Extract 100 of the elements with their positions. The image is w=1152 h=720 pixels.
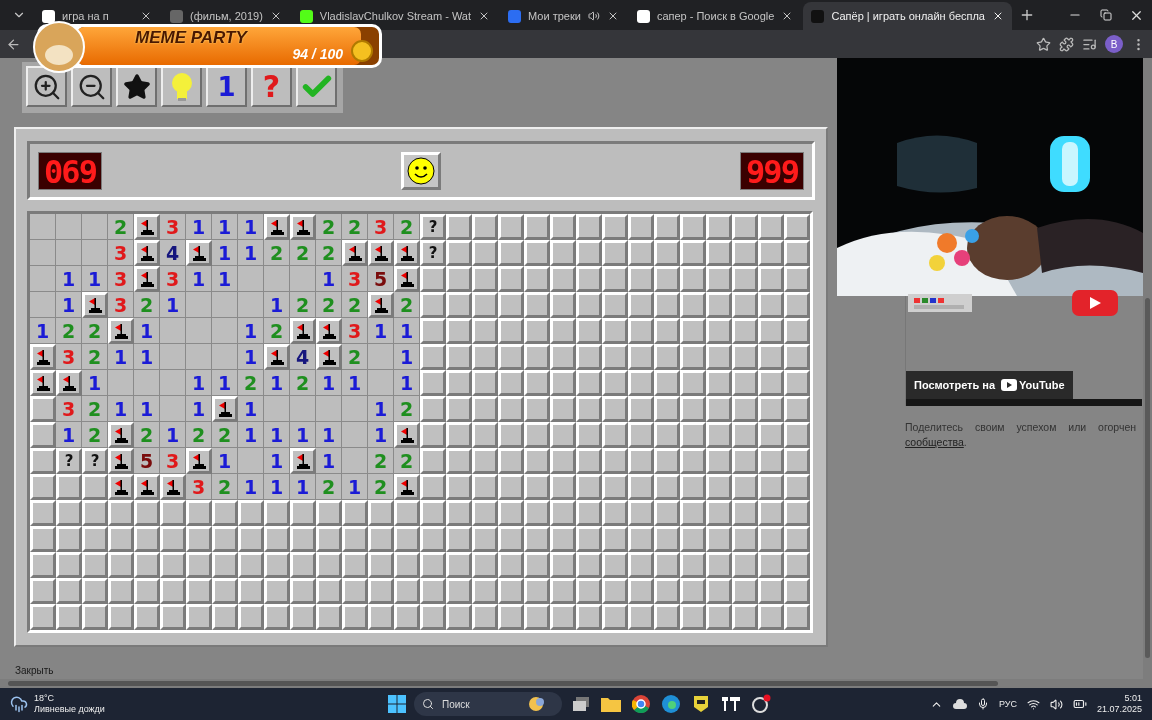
flagged-cell[interactable] <box>264 344 290 370</box>
board-cell[interactable] <box>732 448 758 474</box>
board-cell[interactable] <box>524 292 550 318</box>
board-cell[interactable] <box>758 578 784 604</box>
flagged-cell[interactable] <box>342 240 368 266</box>
board-cell[interactable] <box>30 500 56 526</box>
board-cell[interactable] <box>420 422 446 448</box>
board-cell[interactable] <box>654 370 680 396</box>
board-cell[interactable] <box>576 422 602 448</box>
board-cell[interactable] <box>472 604 498 630</box>
board-cell[interactable] <box>524 578 550 604</box>
board-cell[interactable] <box>576 500 602 526</box>
board-cell[interactable] <box>654 214 680 240</box>
board-cell[interactable] <box>576 552 602 578</box>
board-cell[interactable] <box>30 604 56 630</box>
board-cell[interactable] <box>784 526 810 552</box>
board-cell[interactable] <box>82 552 108 578</box>
board-cell[interactable] <box>680 474 706 500</box>
board-cell[interactable] <box>108 604 134 630</box>
flagged-cell[interactable] <box>186 448 212 474</box>
board-cell[interactable] <box>446 448 472 474</box>
flagged-cell[interactable] <box>186 240 212 266</box>
board-cell[interactable] <box>472 396 498 422</box>
back-button[interactable] <box>6 36 21 52</box>
microphone-icon[interactable] <box>976 698 989 710</box>
board-cell[interactable] <box>680 318 706 344</box>
board-cell[interactable] <box>472 448 498 474</box>
board-cell[interactable] <box>108 500 134 526</box>
board-cell[interactable] <box>134 526 160 552</box>
bookmark-icon[interactable] <box>1036 36 1051 52</box>
board-cell[interactable] <box>680 604 706 630</box>
board-cell[interactable] <box>524 552 550 578</box>
browser-tab[interactable]: Мои треки <box>500 2 627 30</box>
board-cell[interactable] <box>524 344 550 370</box>
battery-icon[interactable] <box>1072 697 1087 711</box>
board-cell[interactable] <box>264 578 290 604</box>
board-cell[interactable] <box>56 604 82 630</box>
clock[interactable]: 5:01 21.07.2025 <box>1096 693 1142 715</box>
board-cell[interactable] <box>290 526 316 552</box>
board-cell[interactable] <box>550 526 576 552</box>
board-cell[interactable] <box>784 474 810 500</box>
board-cell[interactable] <box>524 448 550 474</box>
board-cell[interactable] <box>576 240 602 266</box>
board-cell[interactable] <box>550 396 576 422</box>
board-cell[interactable] <box>160 578 186 604</box>
board-cell[interactable] <box>550 604 576 630</box>
board-cell[interactable] <box>602 214 628 240</box>
board-cell[interactable] <box>758 292 784 318</box>
wifi-icon[interactable] <box>1026 697 1040 711</box>
board-cell[interactable] <box>784 292 810 318</box>
board-cell[interactable] <box>602 292 628 318</box>
board-cell[interactable] <box>628 448 654 474</box>
flagged-cell[interactable] <box>108 318 134 344</box>
flagged-cell[interactable] <box>82 292 108 318</box>
board-cell[interactable] <box>498 552 524 578</box>
board-cell[interactable] <box>758 318 784 344</box>
board-cell[interactable] <box>316 500 342 526</box>
board-cell[interactable] <box>654 396 680 422</box>
board-cell[interactable] <box>680 396 706 422</box>
board-cell[interactable] <box>160 526 186 552</box>
board-cell[interactable] <box>420 318 446 344</box>
board-cell[interactable] <box>238 604 264 630</box>
board-cell[interactable] <box>368 578 394 604</box>
board-cell[interactable] <box>108 578 134 604</box>
board-cell[interactable] <box>732 526 758 552</box>
close-link[interactable]: Закрыть <box>15 665 837 676</box>
board-cell[interactable] <box>654 422 680 448</box>
board-cell[interactable] <box>212 578 238 604</box>
board-cell[interactable] <box>342 552 368 578</box>
board-cell[interactable] <box>290 578 316 604</box>
board-cell[interactable] <box>706 552 732 578</box>
board-cell[interactable] <box>446 422 472 448</box>
board-cell[interactable] <box>602 422 628 448</box>
board-cell[interactable] <box>706 500 732 526</box>
board-cell[interactable] <box>524 266 550 292</box>
board-cell[interactable] <box>654 318 680 344</box>
board-cell[interactable] <box>238 500 264 526</box>
board-cell[interactable] <box>550 344 576 370</box>
board-cell[interactable] <box>472 474 498 500</box>
flagged-cell[interactable] <box>134 214 160 240</box>
board-cell[interactable] <box>602 396 628 422</box>
board-cell[interactable] <box>576 526 602 552</box>
taskbar-search[interactable]: Поиск <box>414 692 562 716</box>
board-cell[interactable] <box>238 578 264 604</box>
board-cell[interactable] <box>576 578 602 604</box>
board-cell[interactable] <box>134 578 160 604</box>
board-cell[interactable] <box>394 526 420 552</box>
board-cell[interactable] <box>550 240 576 266</box>
board-cell[interactable] <box>628 500 654 526</box>
board-cell[interactable] <box>706 344 732 370</box>
board-cell[interactable] <box>316 552 342 578</box>
flagged-cell[interactable] <box>30 370 56 396</box>
board-cell[interactable] <box>446 526 472 552</box>
board-cell[interactable] <box>732 292 758 318</box>
board-cell[interactable] <box>394 552 420 578</box>
board-cell[interactable] <box>628 240 654 266</box>
board-cell[interactable] <box>628 422 654 448</box>
board-cell[interactable] <box>732 552 758 578</box>
board-cell[interactable] <box>602 500 628 526</box>
board-cell[interactable] <box>498 396 524 422</box>
